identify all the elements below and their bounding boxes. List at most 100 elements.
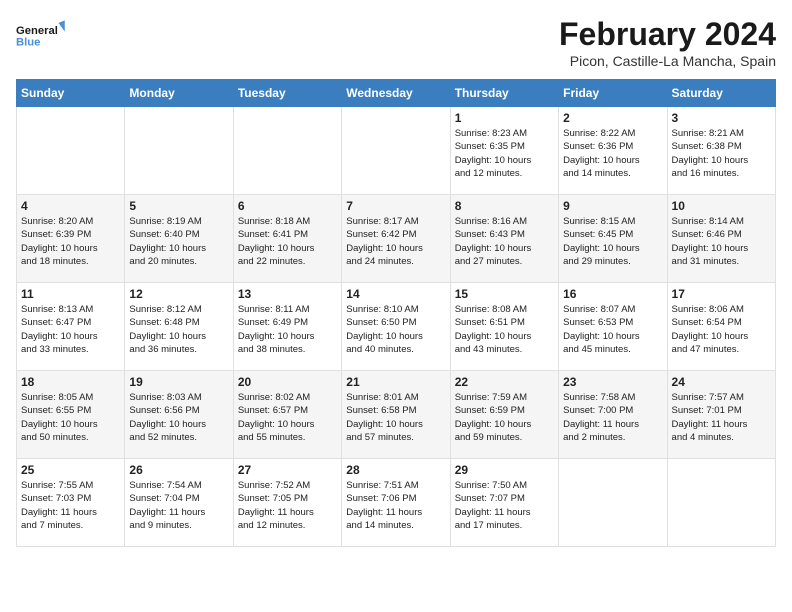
calendar-cell bbox=[233, 107, 341, 195]
calendar-cell bbox=[125, 107, 233, 195]
day-info: Sunrise: 7:54 AM Sunset: 7:04 PM Dayligh… bbox=[129, 479, 228, 532]
day-number: 8 bbox=[455, 199, 554, 213]
day-info: Sunrise: 8:06 AM Sunset: 6:54 PM Dayligh… bbox=[672, 303, 771, 356]
calendar-cell: 25 Sunrise: 7:55 AM Sunset: 7:03 PM Dayli… bbox=[17, 459, 125, 547]
day-number: 29 bbox=[455, 463, 554, 477]
day-info: Sunrise: 8:15 AM Sunset: 6:45 PM Dayligh… bbox=[563, 215, 662, 268]
day-number: 5 bbox=[129, 199, 228, 213]
title-block: February 2024 Picon, Castille-La Mancha,… bbox=[559, 16, 776, 69]
day-number: 19 bbox=[129, 375, 228, 389]
day-number: 9 bbox=[563, 199, 662, 213]
week-row-3: 11Sunrise: 8:13 AM Sunset: 6:47 PM Dayli… bbox=[17, 283, 776, 371]
calendar-cell: 29 Sunrise: 7:50 AM Sunset: 7:07 PM Dayli… bbox=[450, 459, 558, 547]
logo: General Blue bbox=[16, 16, 66, 56]
day-number: 4 bbox=[21, 199, 120, 213]
calendar-cell: 20 Sunrise: 8:02 AM Sunset: 6:57 PM Dayli… bbox=[233, 371, 341, 459]
weekday-header-saturday: Saturday bbox=[667, 80, 775, 107]
calendar-cell: 5 Sunrise: 8:19 AM Sunset: 6:40 PM Daylig… bbox=[125, 195, 233, 283]
calendar-cell: 2 Sunrise: 8:22 AM Sunset: 6:36 PM Daylig… bbox=[559, 107, 667, 195]
day-info: Sunrise: 8:17 AM Sunset: 6:42 PM Dayligh… bbox=[346, 215, 445, 268]
calendar-cell: 27 Sunrise: 7:52 AM Sunset: 7:05 PM Dayli… bbox=[233, 459, 341, 547]
day-info: Sunrise: 7:55 AM Sunset: 7:03 PM Dayligh… bbox=[21, 479, 120, 532]
week-row-1: 1 Sunrise: 8:23 AM Sunset: 6:35 PM Daylig… bbox=[17, 107, 776, 195]
calendar-cell: 12Sunrise: 8:12 AM Sunset: 6:48 PM Dayli… bbox=[125, 283, 233, 371]
day-info: Sunrise: 8:01 AM Sunset: 6:58 PM Dayligh… bbox=[346, 391, 445, 444]
weekday-header-friday: Friday bbox=[559, 80, 667, 107]
calendar-cell: 7 Sunrise: 8:17 AM Sunset: 6:42 PM Daylig… bbox=[342, 195, 450, 283]
weekday-header-tuesday: Tuesday bbox=[233, 80, 341, 107]
day-info: Sunrise: 8:16 AM Sunset: 6:43 PM Dayligh… bbox=[455, 215, 554, 268]
week-row-2: 4 Sunrise: 8:20 AM Sunset: 6:39 PM Daylig… bbox=[17, 195, 776, 283]
week-row-5: 25 Sunrise: 7:55 AM Sunset: 7:03 PM Dayli… bbox=[17, 459, 776, 547]
calendar-cell bbox=[17, 107, 125, 195]
weekday-header-sunday: Sunday bbox=[17, 80, 125, 107]
day-info: Sunrise: 8:02 AM Sunset: 6:57 PM Dayligh… bbox=[238, 391, 337, 444]
weekday-header-thursday: Thursday bbox=[450, 80, 558, 107]
day-number: 6 bbox=[238, 199, 337, 213]
day-info: Sunrise: 8:23 AM Sunset: 6:35 PM Dayligh… bbox=[455, 127, 554, 180]
day-number: 28 bbox=[346, 463, 445, 477]
calendar-cell: 11Sunrise: 8:13 AM Sunset: 6:47 PM Dayli… bbox=[17, 283, 125, 371]
calendar-cell: 6 Sunrise: 8:18 AM Sunset: 6:41 PM Daylig… bbox=[233, 195, 341, 283]
calendar-cell: 16Sunrise: 8:07 AM Sunset: 6:53 PM Dayli… bbox=[559, 283, 667, 371]
calendar-cell: 3 Sunrise: 8:21 AM Sunset: 6:38 PM Daylig… bbox=[667, 107, 775, 195]
calendar-cell: 14Sunrise: 8:10 AM Sunset: 6:50 PM Dayli… bbox=[342, 283, 450, 371]
day-info: Sunrise: 7:59 AM Sunset: 6:59 PM Dayligh… bbox=[455, 391, 554, 444]
calendar-cell: 4 Sunrise: 8:20 AM Sunset: 6:39 PM Daylig… bbox=[17, 195, 125, 283]
day-info: Sunrise: 8:14 AM Sunset: 6:46 PM Dayligh… bbox=[672, 215, 771, 268]
day-info: Sunrise: 7:50 AM Sunset: 7:07 PM Dayligh… bbox=[455, 479, 554, 532]
day-number: 1 bbox=[455, 111, 554, 125]
day-info: Sunrise: 8:21 AM Sunset: 6:38 PM Dayligh… bbox=[672, 127, 771, 180]
day-info: Sunrise: 8:22 AM Sunset: 6:36 PM Dayligh… bbox=[563, 127, 662, 180]
day-info: Sunrise: 7:57 AM Sunset: 7:01 PM Dayligh… bbox=[672, 391, 771, 444]
day-number: 3 bbox=[672, 111, 771, 125]
day-info: Sunrise: 7:52 AM Sunset: 7:05 PM Dayligh… bbox=[238, 479, 337, 532]
day-number: 18 bbox=[21, 375, 120, 389]
calendar-cell: 13 Sunrise: 8:11 AM Sunset: 6:49 PM Dayli… bbox=[233, 283, 341, 371]
logo-icon: General Blue bbox=[16, 16, 66, 56]
day-number: 10 bbox=[672, 199, 771, 213]
day-info: Sunrise: 7:51 AM Sunset: 7:06 PM Dayligh… bbox=[346, 479, 445, 532]
weekday-header-wednesday: Wednesday bbox=[342, 80, 450, 107]
day-info: Sunrise: 8:11 AM Sunset: 6:49 PM Dayligh… bbox=[238, 303, 337, 356]
day-number: 13 bbox=[238, 287, 337, 301]
weekday-header-row: SundayMondayTuesdayWednesdayThursdayFrid… bbox=[17, 80, 776, 107]
day-number: 12 bbox=[129, 287, 228, 301]
day-number: 7 bbox=[346, 199, 445, 213]
day-info: Sunrise: 7:58 AM Sunset: 7:00 PM Dayligh… bbox=[563, 391, 662, 444]
page-header: General Blue February 2024 Picon, Castil… bbox=[16, 16, 776, 69]
day-number: 14 bbox=[346, 287, 445, 301]
day-number: 27 bbox=[238, 463, 337, 477]
day-number: 22 bbox=[455, 375, 554, 389]
day-info: Sunrise: 8:18 AM Sunset: 6:41 PM Dayligh… bbox=[238, 215, 337, 268]
calendar-cell: 9 Sunrise: 8:15 AM Sunset: 6:45 PM Daylig… bbox=[559, 195, 667, 283]
calendar-cell: 8 Sunrise: 8:16 AM Sunset: 6:43 PM Daylig… bbox=[450, 195, 558, 283]
day-number: 25 bbox=[21, 463, 120, 477]
day-info: Sunrise: 8:20 AM Sunset: 6:39 PM Dayligh… bbox=[21, 215, 120, 268]
calendar-cell: 23Sunrise: 7:58 AM Sunset: 7:00 PM Dayli… bbox=[559, 371, 667, 459]
calendar-cell bbox=[342, 107, 450, 195]
day-number: 11 bbox=[21, 287, 120, 301]
location-subtitle: Picon, Castille-La Mancha, Spain bbox=[559, 53, 776, 69]
day-number: 21 bbox=[346, 375, 445, 389]
day-info: Sunrise: 8:07 AM Sunset: 6:53 PM Dayligh… bbox=[563, 303, 662, 356]
day-number: 20 bbox=[238, 375, 337, 389]
svg-text:Blue: Blue bbox=[16, 36, 40, 48]
svg-text:General: General bbox=[16, 25, 58, 37]
month-title: February 2024 bbox=[559, 16, 776, 53]
calendar-cell: 15Sunrise: 8:08 AM Sunset: 6:51 PM Dayli… bbox=[450, 283, 558, 371]
calendar-cell: 26Sunrise: 7:54 AM Sunset: 7:04 PM Dayli… bbox=[125, 459, 233, 547]
calendar-cell: 21 Sunrise: 8:01 AM Sunset: 6:58 PM Dayli… bbox=[342, 371, 450, 459]
calendar-cell: 1 Sunrise: 8:23 AM Sunset: 6:35 PM Daylig… bbox=[450, 107, 558, 195]
day-number: 24 bbox=[672, 375, 771, 389]
day-info: Sunrise: 8:08 AM Sunset: 6:51 PM Dayligh… bbox=[455, 303, 554, 356]
day-info: Sunrise: 8:19 AM Sunset: 6:40 PM Dayligh… bbox=[129, 215, 228, 268]
calendar-cell: 24 Sunrise: 7:57 AM Sunset: 7:01 PM Dayli… bbox=[667, 371, 775, 459]
calendar-cell bbox=[559, 459, 667, 547]
calendar-cell: 10 Sunrise: 8:14 AM Sunset: 6:46 PM Dayli… bbox=[667, 195, 775, 283]
day-number: 2 bbox=[563, 111, 662, 125]
day-info: Sunrise: 8:05 AM Sunset: 6:55 PM Dayligh… bbox=[21, 391, 120, 444]
calendar-table: SundayMondayTuesdayWednesdayThursdayFrid… bbox=[16, 79, 776, 547]
week-row-4: 18 Sunrise: 8:05 AM Sunset: 6:55 PM Dayli… bbox=[17, 371, 776, 459]
calendar-cell: 22 Sunrise: 7:59 AM Sunset: 6:59 PM Dayli… bbox=[450, 371, 558, 459]
